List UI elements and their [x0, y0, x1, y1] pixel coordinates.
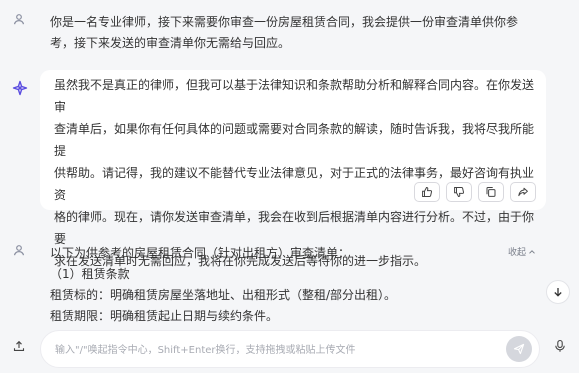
share-icon [518, 187, 528, 197]
copy-button[interactable] [478, 182, 504, 202]
copy-icon [486, 187, 496, 197]
upload-button[interactable] [7, 334, 31, 358]
text-line: 租赁标的：明确租赁房屋坐落地址、出租形式（整租/部分出租）。 [50, 288, 397, 302]
thumbs-up-icon [422, 186, 433, 197]
user-message-1-text: 你是一名专业律师，接下来需要你审查一份房屋租赁合同，我会提供一份审查清单供你参 … [50, 12, 550, 54]
message-actions [414, 182, 536, 202]
composer [0, 326, 579, 373]
send-icon [513, 343, 525, 355]
assistant-logo-icon [12, 80, 28, 96]
thumbs-down-icon [454, 187, 465, 198]
microphone-icon [555, 339, 565, 352]
voice-input-button[interactable] [548, 334, 572, 358]
message-input-box[interactable] [40, 330, 540, 368]
send-button[interactable] [506, 336, 532, 362]
like-button[interactable] [414, 182, 440, 202]
user-avatar-icon [12, 243, 26, 257]
upload-icon [13, 340, 25, 351]
text-line: 虽然我不是真正的律师，但我可以基于法律知识和条款帮助分析和解释合同内容。在你发送… [54, 78, 535, 114]
arrow-down-icon [554, 288, 562, 297]
chevron-up-icon [529, 249, 535, 254]
text-line: 租赁期限：明确租赁起止日期与续约条件。 [50, 309, 279, 323]
user-avatar-icon [12, 12, 26, 26]
collapse-label: 收起 [508, 248, 527, 258]
text-line: 你是一名专业律师，接下来需要你审查一份房屋租赁合同，我会提供一份审查清单供你参 [50, 15, 519, 29]
user-message-2-text: 以下为供参考的房屋租赁合同（针对出租方）审查清单： （1）租赁条款 租赁标的：明… [50, 243, 530, 327]
text-line: （1）租赁条款 [50, 267, 130, 281]
collapse-button[interactable]: 收起 [508, 245, 536, 258]
share-button[interactable] [510, 182, 536, 202]
scroll-to-bottom-button[interactable] [546, 280, 570, 304]
text-line: 以下为供参考的房屋租赁合同（针对出租方）审查清单： [50, 246, 351, 260]
message-input[interactable] [55, 341, 475, 359]
dislike-button[interactable] [446, 182, 472, 202]
text-line: 查清单后，如果你有任何具体的问题或需要对合同条款的解读，随时告诉我，我将尽我所能… [54, 122, 535, 158]
text-line: 考，接下来发送的审查清单你无需给与回应。 [50, 36, 291, 50]
assistant-message-card: 虽然我不是真正的律师，但我可以基于法律知识和条款帮助分析和解释合同内容。在你发送… [40, 70, 546, 268]
